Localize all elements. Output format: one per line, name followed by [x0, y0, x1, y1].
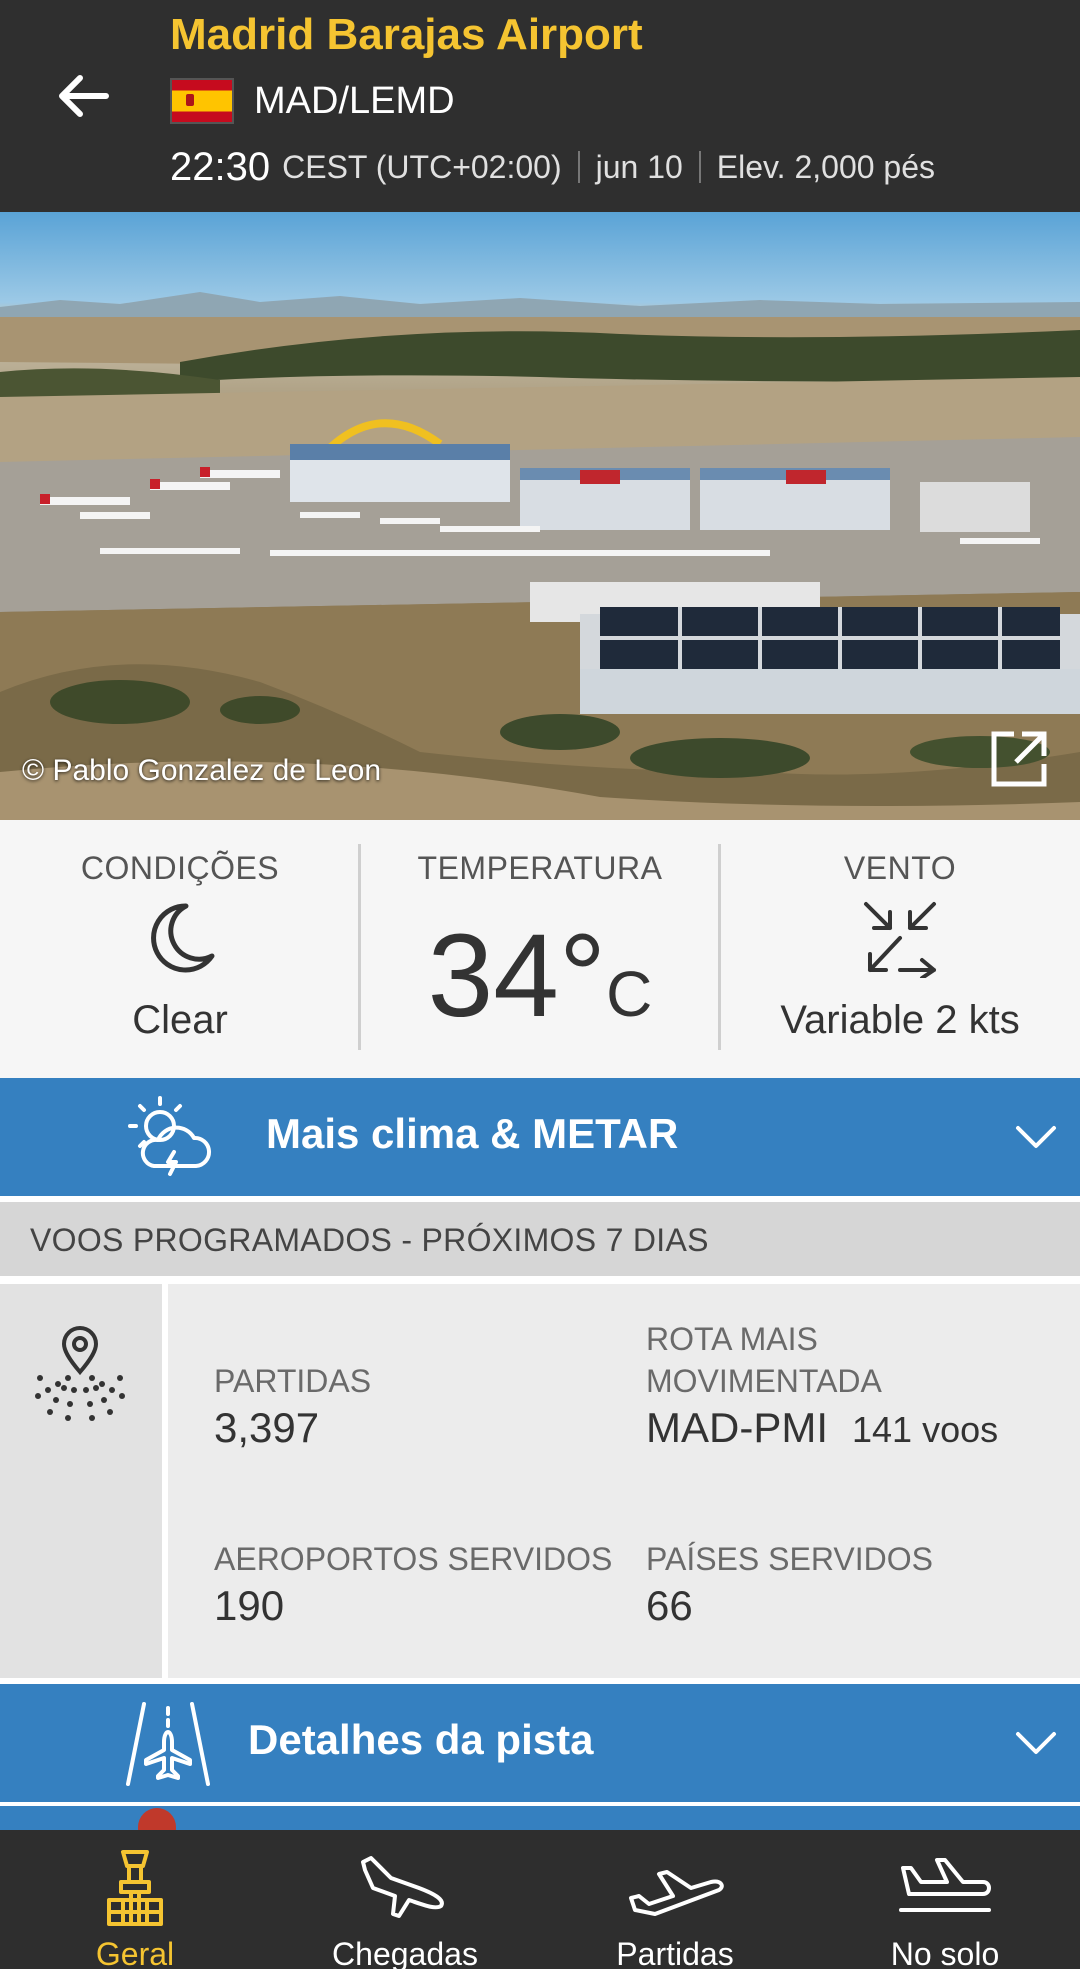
airport-photo-illustration: [0, 292, 1080, 820]
elevation: Elev. 2,000 pés: [716, 148, 936, 185]
busiest-route-label-line2: MOVIMENTADA: [646, 1363, 882, 1399]
airports-served-label: AEROPORTOS SERVIDOS: [214, 1541, 613, 1577]
stats-icon-box: [0, 1284, 162, 1678]
countries-served-stat: PAÍSES SERVIDOS 66: [646, 1538, 933, 1632]
airports-served-value: 190: [214, 1582, 285, 1629]
timezone: CEST (UTC+02:00): [282, 148, 562, 185]
back-button[interactable]: [46, 60, 118, 132]
app-header: Madrid Barajas Airport MAD/LEMD 22:30 CE…: [0, 0, 1080, 212]
wind-column: VENTO Variable 2 kts: [720, 820, 1080, 1078]
local-time: 22:30: [170, 144, 271, 189]
nav-tab-no-solo[interactable]: No solo: [810, 1830, 1080, 1969]
temperature-value: 34°: [427, 910, 607, 1042]
conditions-label: CONDIÇÕES: [80, 850, 280, 886]
next-section-peek[interactable]: [0, 1806, 1080, 1830]
separator: [577, 151, 580, 183]
spain-flag-icon: [170, 78, 234, 124]
scheduled-flights-title: VOOS PROGRAMADOS - PRÓXIMOS 7 DIAS: [30, 1222, 709, 1258]
nav-tab-geral[interactable]: Geral: [0, 1830, 270, 1969]
photo-credit: © Pablo Gonzalez de Leon: [22, 754, 382, 787]
busiest-route-stat: ROTA MAIS MOVIMENTADA MAD-PMI 141 voos: [646, 1318, 998, 1456]
busiest-route-value-row: MAD-PMI 141 voos: [646, 1402, 998, 1456]
wind-label: VENTO: [843, 850, 957, 886]
chevron-down-icon: [1016, 1126, 1056, 1148]
departures-stat: PARTIDAS 3,397: [214, 1360, 371, 1454]
airport-code-row: MAD/LEMD: [170, 76, 455, 126]
weather-cloud-sun-icon: [128, 1096, 212, 1176]
busiest-route-flights: 141 voos: [852, 1409, 999, 1450]
scheduled-flights-header: VOOS PROGRAMADOS - PRÓXIMOS 7 DIAS: [0, 1202, 1080, 1276]
departures-value: 3,397: [214, 1404, 320, 1451]
notification-dot: [138, 1808, 176, 1830]
nav-label-no-solo: No solo: [890, 1936, 1000, 1969]
countries-served-label: PAÍSES SERVIDOS: [646, 1541, 933, 1577]
route-network-pin-icon: [35, 1326, 125, 1421]
divider: [162, 1284, 168, 1678]
variable-wind-icon: [864, 902, 936, 978]
airport-meta: 22:30 CEST (UTC+02:00) jun 10 Elev. 2,00…: [170, 142, 935, 192]
airport-photo[interactable]: © Pablo Gonzalez de Leon: [0, 212, 1080, 820]
runway-plane-icon: [126, 1702, 210, 1786]
arrival-plane-icon: [361, 1856, 444, 1918]
runway-details-label: Detalhes da pista: [248, 1716, 594, 1763]
scheduled-flights-stats: PARTIDAS 3,397 ROTA MAIS MOVIMENTADA MAD…: [0, 1284, 1080, 1678]
external-link-icon[interactable]: [988, 728, 1050, 790]
weather-summary: CONDIÇÕES Clear TEMPERATURA 34°C VENTO V…: [0, 820, 1080, 1078]
bottom-navigation: Geral Chegadas Partidas No solo: [0, 1830, 1080, 1969]
temperature-display: 34°C: [360, 908, 720, 1044]
departure-plane-icon: [629, 1870, 724, 1916]
airports-served-stat: AEROPORTOS SERVIDOS 190: [214, 1538, 612, 1632]
nav-label-partidas: Partidas: [616, 1936, 734, 1969]
departures-label: PARTIDAS: [214, 1363, 372, 1399]
on-ground-plane-icon: [899, 1858, 991, 1912]
arrow-left-icon: [59, 75, 109, 117]
busiest-route-value: MAD-PMI: [646, 1404, 828, 1451]
spacer: [0, 1276, 1080, 1284]
airport-name: Madrid Barajas Airport: [170, 10, 643, 59]
airport-tower-icon: [107, 1850, 163, 1926]
temperature-column: TEMPERATURA 34°C: [360, 820, 720, 1078]
local-date: jun 10: [595, 148, 683, 185]
moon-icon: [151, 903, 215, 973]
wind-value: Variable 2 kts: [780, 998, 1020, 1042]
nav-label-geral: Geral: [95, 1936, 175, 1969]
runway-details-toggle[interactable]: Detalhes da pista: [0, 1684, 1080, 1802]
conditions-column: CONDIÇÕES Clear: [0, 820, 360, 1078]
nav-tab-chegadas[interactable]: Chegadas: [270, 1830, 540, 1969]
temperature-label: TEMPERATURA: [417, 850, 663, 886]
nav-label-chegadas: Chegadas: [332, 1936, 478, 1969]
more-weather-metar-toggle[interactable]: Mais clima & METAR: [0, 1078, 1080, 1196]
busiest-route-label: ROTA MAIS: [646, 1321, 818, 1357]
nav-tab-partidas[interactable]: Partidas: [540, 1830, 810, 1969]
conditions-value: Clear: [132, 998, 228, 1042]
temperature-unit: C: [606, 958, 653, 1030]
more-weather-label: Mais clima & METAR: [266, 1110, 679, 1157]
countries-served-value: 66: [646, 1582, 693, 1629]
airport-code: MAD/LEMD: [254, 79, 455, 122]
chevron-down-icon: [1016, 1732, 1056, 1754]
separator: [698, 151, 701, 183]
